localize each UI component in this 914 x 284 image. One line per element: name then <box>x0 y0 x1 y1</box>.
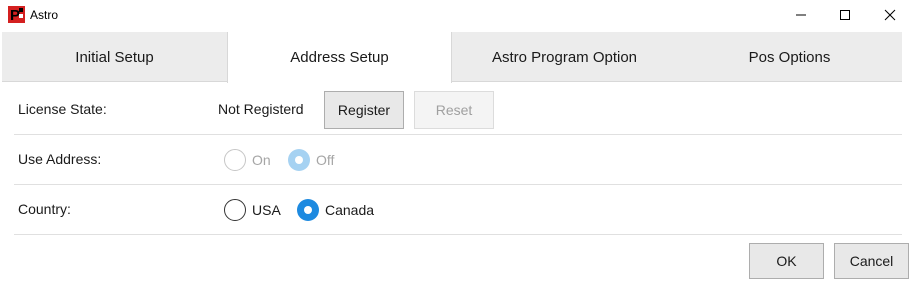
use-address-off-radio[interactable]: Off <box>288 149 334 171</box>
use-address-label: Use Address: <box>18 151 102 167</box>
country-canada-label: Canada <box>325 202 375 218</box>
minimize-icon <box>796 14 806 16</box>
radio-checked-icon <box>288 149 310 171</box>
license-state-row: License State: Not Registerd Register Re… <box>14 85 902 135</box>
country-label: Country: <box>18 201 71 217</box>
close-icon <box>884 9 896 21</box>
use-address-on-label: On <box>252 152 271 168</box>
license-status-text: Not Registerd <box>218 101 304 117</box>
use-address-off-label: Off <box>316 152 335 168</box>
country-usa-label: USA <box>252 202 281 218</box>
register-button[interactable]: Register <box>324 91 404 129</box>
maximize-button[interactable] <box>822 0 868 30</box>
radio-unchecked-icon <box>224 199 246 221</box>
tab-initial-setup[interactable]: Initial Setup <box>2 32 227 82</box>
license-state-label: License State: <box>18 101 107 117</box>
tab-bar: Initial Setup Address Setup Astro Progra… <box>2 32 902 83</box>
cancel-button[interactable]: Cancel <box>834 243 909 279</box>
app-logo-icon: P <box>8 6 25 24</box>
title-bar: P Astro <box>0 0 914 30</box>
window-title: Astro <box>30 8 59 22</box>
svg-text:P: P <box>10 7 20 23</box>
tab-address-setup[interactable]: Address Setup <box>227 32 452 83</box>
use-address-on-radio[interactable]: On <box>224 149 271 171</box>
use-address-row: Use Address: On Off <box>14 135 902 185</box>
country-canada-radio[interactable]: Canada <box>297 199 374 221</box>
ok-button[interactable]: OK <box>749 243 824 279</box>
country-row: Country: USA Canada <box>14 185 902 235</box>
radio-checked-icon <box>297 199 319 221</box>
country-usa-radio[interactable]: USA <box>224 199 281 221</box>
minimize-button[interactable] <box>778 0 824 30</box>
radio-unchecked-icon <box>224 149 246 171</box>
maximize-icon <box>840 10 850 20</box>
close-button[interactable] <box>867 0 913 30</box>
tab-astro-program-option[interactable]: Astro Program Option <box>452 32 677 82</box>
tab-pos-options[interactable]: Pos Options <box>677 32 902 82</box>
reset-button[interactable]: Reset <box>414 91 494 129</box>
